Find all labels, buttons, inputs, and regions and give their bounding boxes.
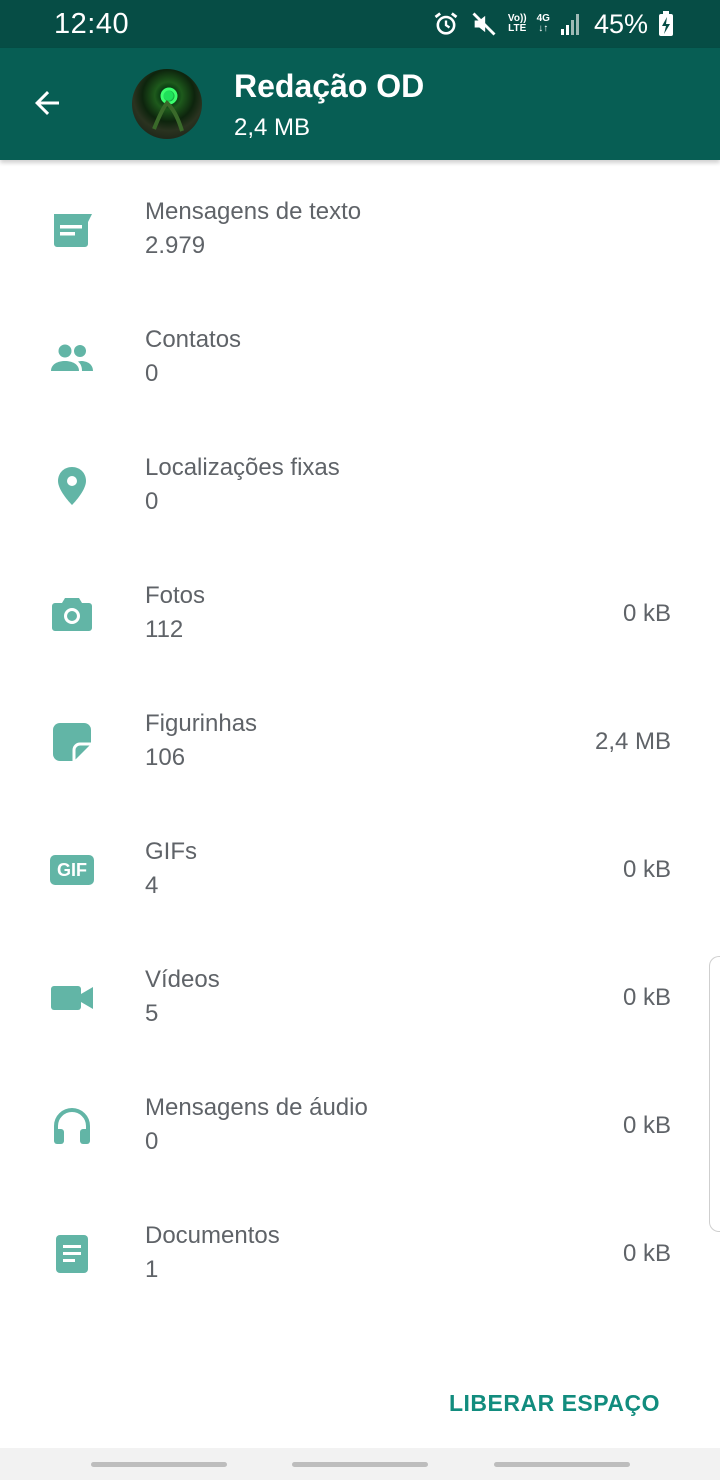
list-item-stickers[interactable]: Figurinhas 106 2,4 MB bbox=[0, 672, 720, 800]
item-count: 106 bbox=[145, 744, 186, 771]
battery-percent: 45% bbox=[593, 8, 648, 39]
camera-icon bbox=[48, 590, 96, 638]
edge-panel-handle[interactable] bbox=[709, 956, 720, 1232]
nav-gesture-center[interactable] bbox=[292, 1462, 428, 1467]
item-size: 0 kB bbox=[622, 984, 671, 1011]
item-size: 0 kB bbox=[622, 1112, 671, 1139]
item-label: Mensagens de áudio bbox=[145, 1094, 368, 1121]
item-count: 0 bbox=[145, 1128, 159, 1155]
item-label: Figurinhas bbox=[145, 710, 258, 737]
list-item-contacts[interactable]: Contatos 0 bbox=[0, 288, 720, 416]
item-count: 5 bbox=[145, 1000, 159, 1027]
status-time: 12:40 bbox=[54, 8, 130, 40]
chat-total-size: 2,4 MB bbox=[234, 114, 311, 141]
nav-gesture-left[interactable] bbox=[91, 1462, 227, 1467]
item-label: GIFs bbox=[145, 838, 197, 865]
storage-list: Mensagens de texto 2.979 Contatos 0 Loca… bbox=[0, 160, 720, 1312]
free-space-button[interactable]: LIBERAR ESPAÇO bbox=[449, 1390, 660, 1417]
gif-icon: GIF bbox=[48, 846, 96, 894]
list-item-videos[interactable]: Vídeos 5 0 kB bbox=[0, 928, 720, 1056]
alarm-icon bbox=[432, 10, 460, 38]
item-size: 2,4 MB bbox=[594, 728, 671, 755]
nav-gesture-right[interactable] bbox=[494, 1462, 630, 1467]
item-size: 0 kB bbox=[622, 1240, 671, 1267]
video-icon bbox=[48, 974, 96, 1022]
battery-charging-icon bbox=[658, 11, 674, 37]
gif-badge: GIF bbox=[50, 855, 94, 885]
list-item-audio-messages[interactable]: Mensagens de áudio 0 0 kB bbox=[0, 1056, 720, 1184]
contacts-icon bbox=[48, 334, 96, 382]
headphones-icon bbox=[48, 1102, 96, 1150]
item-count: 112 bbox=[145, 616, 184, 643]
item-size: 0 kB bbox=[622, 856, 671, 883]
item-label: Localizações fixas bbox=[145, 454, 340, 481]
document-icon bbox=[48, 1230, 96, 1278]
item-count: 1 bbox=[145, 1256, 159, 1283]
chat-title: Redação OD bbox=[234, 68, 425, 104]
back-button[interactable] bbox=[22, 80, 72, 130]
navigation-bar bbox=[0, 1448, 720, 1480]
4g-icon: 4G ↓↑ bbox=[536, 13, 550, 34]
item-label: Documentos bbox=[145, 1222, 280, 1249]
item-label: Vídeos bbox=[145, 966, 220, 993]
item-label: Fotos bbox=[145, 582, 206, 609]
item-count: 0 bbox=[145, 488, 159, 515]
status-bar: 12:40 Vo)) LTE 4G ↓↑ 45% bbox=[0, 0, 720, 48]
list-item-gifs[interactable]: GIF GIFs 4 0 kB bbox=[0, 800, 720, 928]
sticker-icon bbox=[48, 718, 96, 766]
list-item-photos[interactable]: Fotos 112 0 kB bbox=[0, 544, 720, 672]
location-pin-icon bbox=[48, 462, 96, 510]
item-count: 4 bbox=[145, 872, 159, 899]
item-size: 0 kB bbox=[622, 600, 671, 627]
mute-icon bbox=[470, 10, 498, 38]
status-icons: Vo)) LTE 4G ↓↑ 45% bbox=[432, 6, 674, 42]
item-count: 0 bbox=[145, 360, 159, 387]
app-bar: Redação OD 2,4 MB bbox=[0, 48, 720, 160]
volte-bottom-text: LTE bbox=[508, 23, 527, 34]
text-message-icon bbox=[48, 206, 96, 254]
item-count: 2.979 bbox=[145, 232, 206, 259]
signal-icon bbox=[560, 12, 582, 36]
list-item-documents[interactable]: Documentos 1 0 kB bbox=[0, 1184, 720, 1312]
list-item-live-locations[interactable]: Localizações fixas 0 bbox=[0, 416, 720, 544]
avatar[interactable] bbox=[132, 69, 202, 139]
arrow-back-icon bbox=[29, 85, 65, 126]
list-item-text-messages[interactable]: Mensagens de texto 2.979 bbox=[0, 160, 720, 288]
item-label: Mensagens de texto bbox=[145, 198, 362, 225]
volte-icon: Vo)) LTE bbox=[508, 14, 527, 34]
item-label: Contatos bbox=[145, 326, 242, 353]
